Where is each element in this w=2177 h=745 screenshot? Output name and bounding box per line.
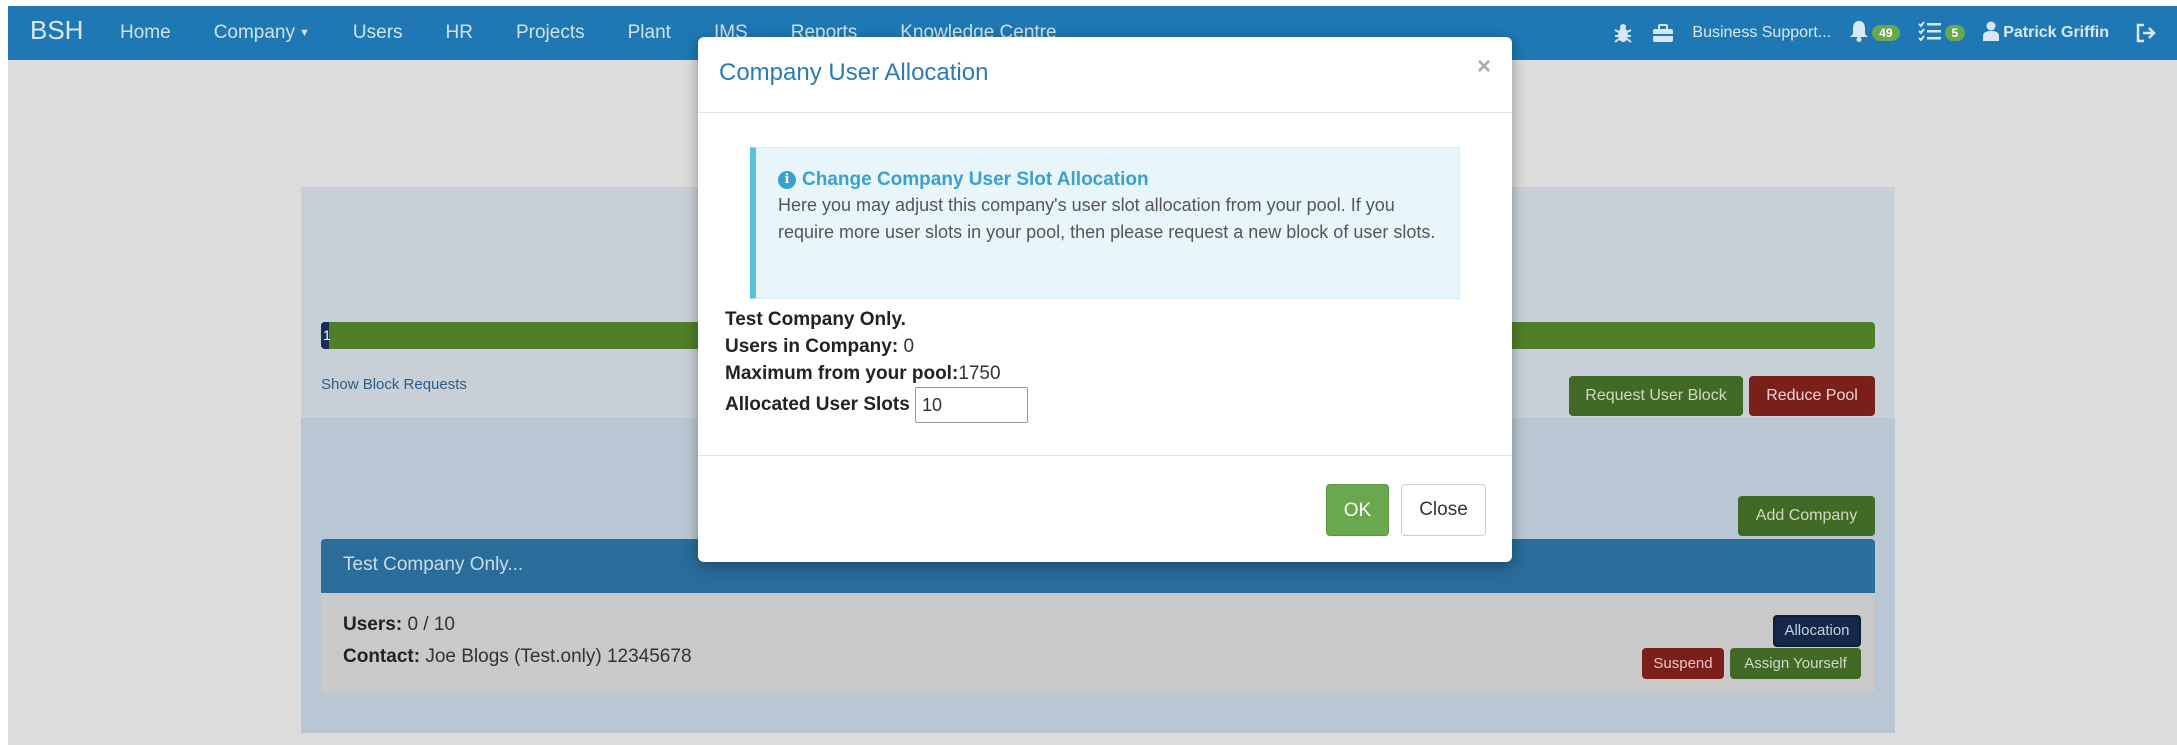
- pool-usage-progress-fill: 1: [321, 322, 331, 349]
- modal-title: Company User Allocation: [719, 59, 989, 86]
- max-from-pool-label: Maximum from your pool:: [725, 363, 959, 384]
- show-block-requests-link[interactable]: Show Block Requests: [321, 376, 467, 393]
- user-name: Patrick Griffin: [2003, 24, 2109, 41]
- alert-title: Change Company User Slot Allocation: [802, 169, 1149, 190]
- company-contact-label: Contact:: [343, 646, 421, 667]
- notifications-button[interactable]: 49: [1849, 20, 1900, 47]
- modal-header: Company User Allocation ×: [698, 37, 1512, 113]
- assign-yourself-button[interactable]: Assign Yourself: [1730, 648, 1861, 679]
- info-icon: i: [778, 171, 796, 189]
- ok-button[interactable]: OK: [1326, 484, 1389, 536]
- company-contact-row: Contact: Joe Blogs (Test.only) 12345678: [343, 646, 692, 668]
- info-alert: i Change Company User Slot Allocation He…: [750, 147, 1460, 299]
- allocated-slots-input[interactable]: [915, 387, 1028, 423]
- nav-company-label: Company: [213, 22, 296, 43]
- users-in-company-label: Users in Company:: [725, 336, 899, 357]
- modal-footer: [698, 455, 1512, 456]
- nav-home[interactable]: Home: [120, 22, 171, 44]
- close-button[interactable]: Close: [1401, 484, 1486, 536]
- allocated-slots-label: Allocated User Slots: [725, 394, 910, 416]
- navbar-right: Business Support... 49 5 Patrick Griffin: [1594, 6, 2157, 60]
- max-from-pool-value: 1750: [958, 363, 1001, 384]
- suspend-button[interactable]: Suspend: [1642, 648, 1724, 679]
- company-users-value: 0 / 10: [407, 614, 455, 635]
- modal-company-name-text: Test Company Only.: [725, 309, 906, 330]
- tasks-button[interactable]: 5: [1917, 20, 1966, 46]
- allocation-button[interactable]: Allocation: [1773, 615, 1861, 647]
- nav-users[interactable]: Users: [353, 22, 403, 44]
- company-user-allocation-modal: Company User Allocation × i Change Compa…: [698, 37, 1512, 562]
- logout-icon[interactable]: [2135, 23, 2157, 43]
- add-company-button[interactable]: Add Company: [1738, 496, 1875, 536]
- nav-hr[interactable]: HR: [446, 22, 473, 44]
- max-from-pool-row: Maximum from your pool:1750: [725, 363, 1001, 385]
- close-icon[interactable]: ×: [1477, 53, 1491, 81]
- alert-text: Here you may adjust this company's user …: [778, 195, 1436, 242]
- bug-icon[interactable]: [1612, 22, 1634, 44]
- company-contact-value: Joe Blogs (Test.only) 12345678: [425, 646, 692, 667]
- user-icon: [1983, 21, 2000, 46]
- brand-logo[interactable]: BSH: [30, 15, 83, 46]
- tasks-count-badge: 5: [1944, 25, 1966, 41]
- app-frame: BSH Home Company ▼ Users HR Projects Plan…: [8, 6, 2177, 745]
- business-selector[interactable]: Business Support...: [1692, 24, 1831, 42]
- task-list-icon: [1917, 20, 1942, 46]
- notifications-count-badge: 49: [1872, 25, 1900, 41]
- request-user-block-button[interactable]: Request User Block: [1569, 376, 1743, 416]
- reduce-pool-button[interactable]: Reduce Pool: [1749, 376, 1875, 416]
- user-menu[interactable]: Patrick Griffin: [1983, 21, 2109, 46]
- users-in-company-value: 0: [903, 336, 915, 357]
- company-users-label: Users:: [343, 614, 403, 635]
- users-in-company-row: Users in Company: 0: [725, 336, 914, 358]
- caret-down-icon: ▼: [299, 26, 310, 39]
- modal-company-name: Test Company Only.: [725, 309, 906, 331]
- company-users-row: Users: 0 / 10: [343, 614, 455, 636]
- alert-title-row: i Change Company User Slot Allocation: [778, 169, 1437, 191]
- bell-icon: [1849, 20, 1869, 47]
- allocated-slots-label-text: Allocated User Slots: [725, 394, 910, 415]
- nav-projects[interactable]: Projects: [516, 22, 585, 44]
- nav-plant[interactable]: Plant: [628, 22, 671, 44]
- nav-company[interactable]: Company ▼: [214, 22, 310, 44]
- briefcase-icon[interactable]: [1652, 23, 1674, 43]
